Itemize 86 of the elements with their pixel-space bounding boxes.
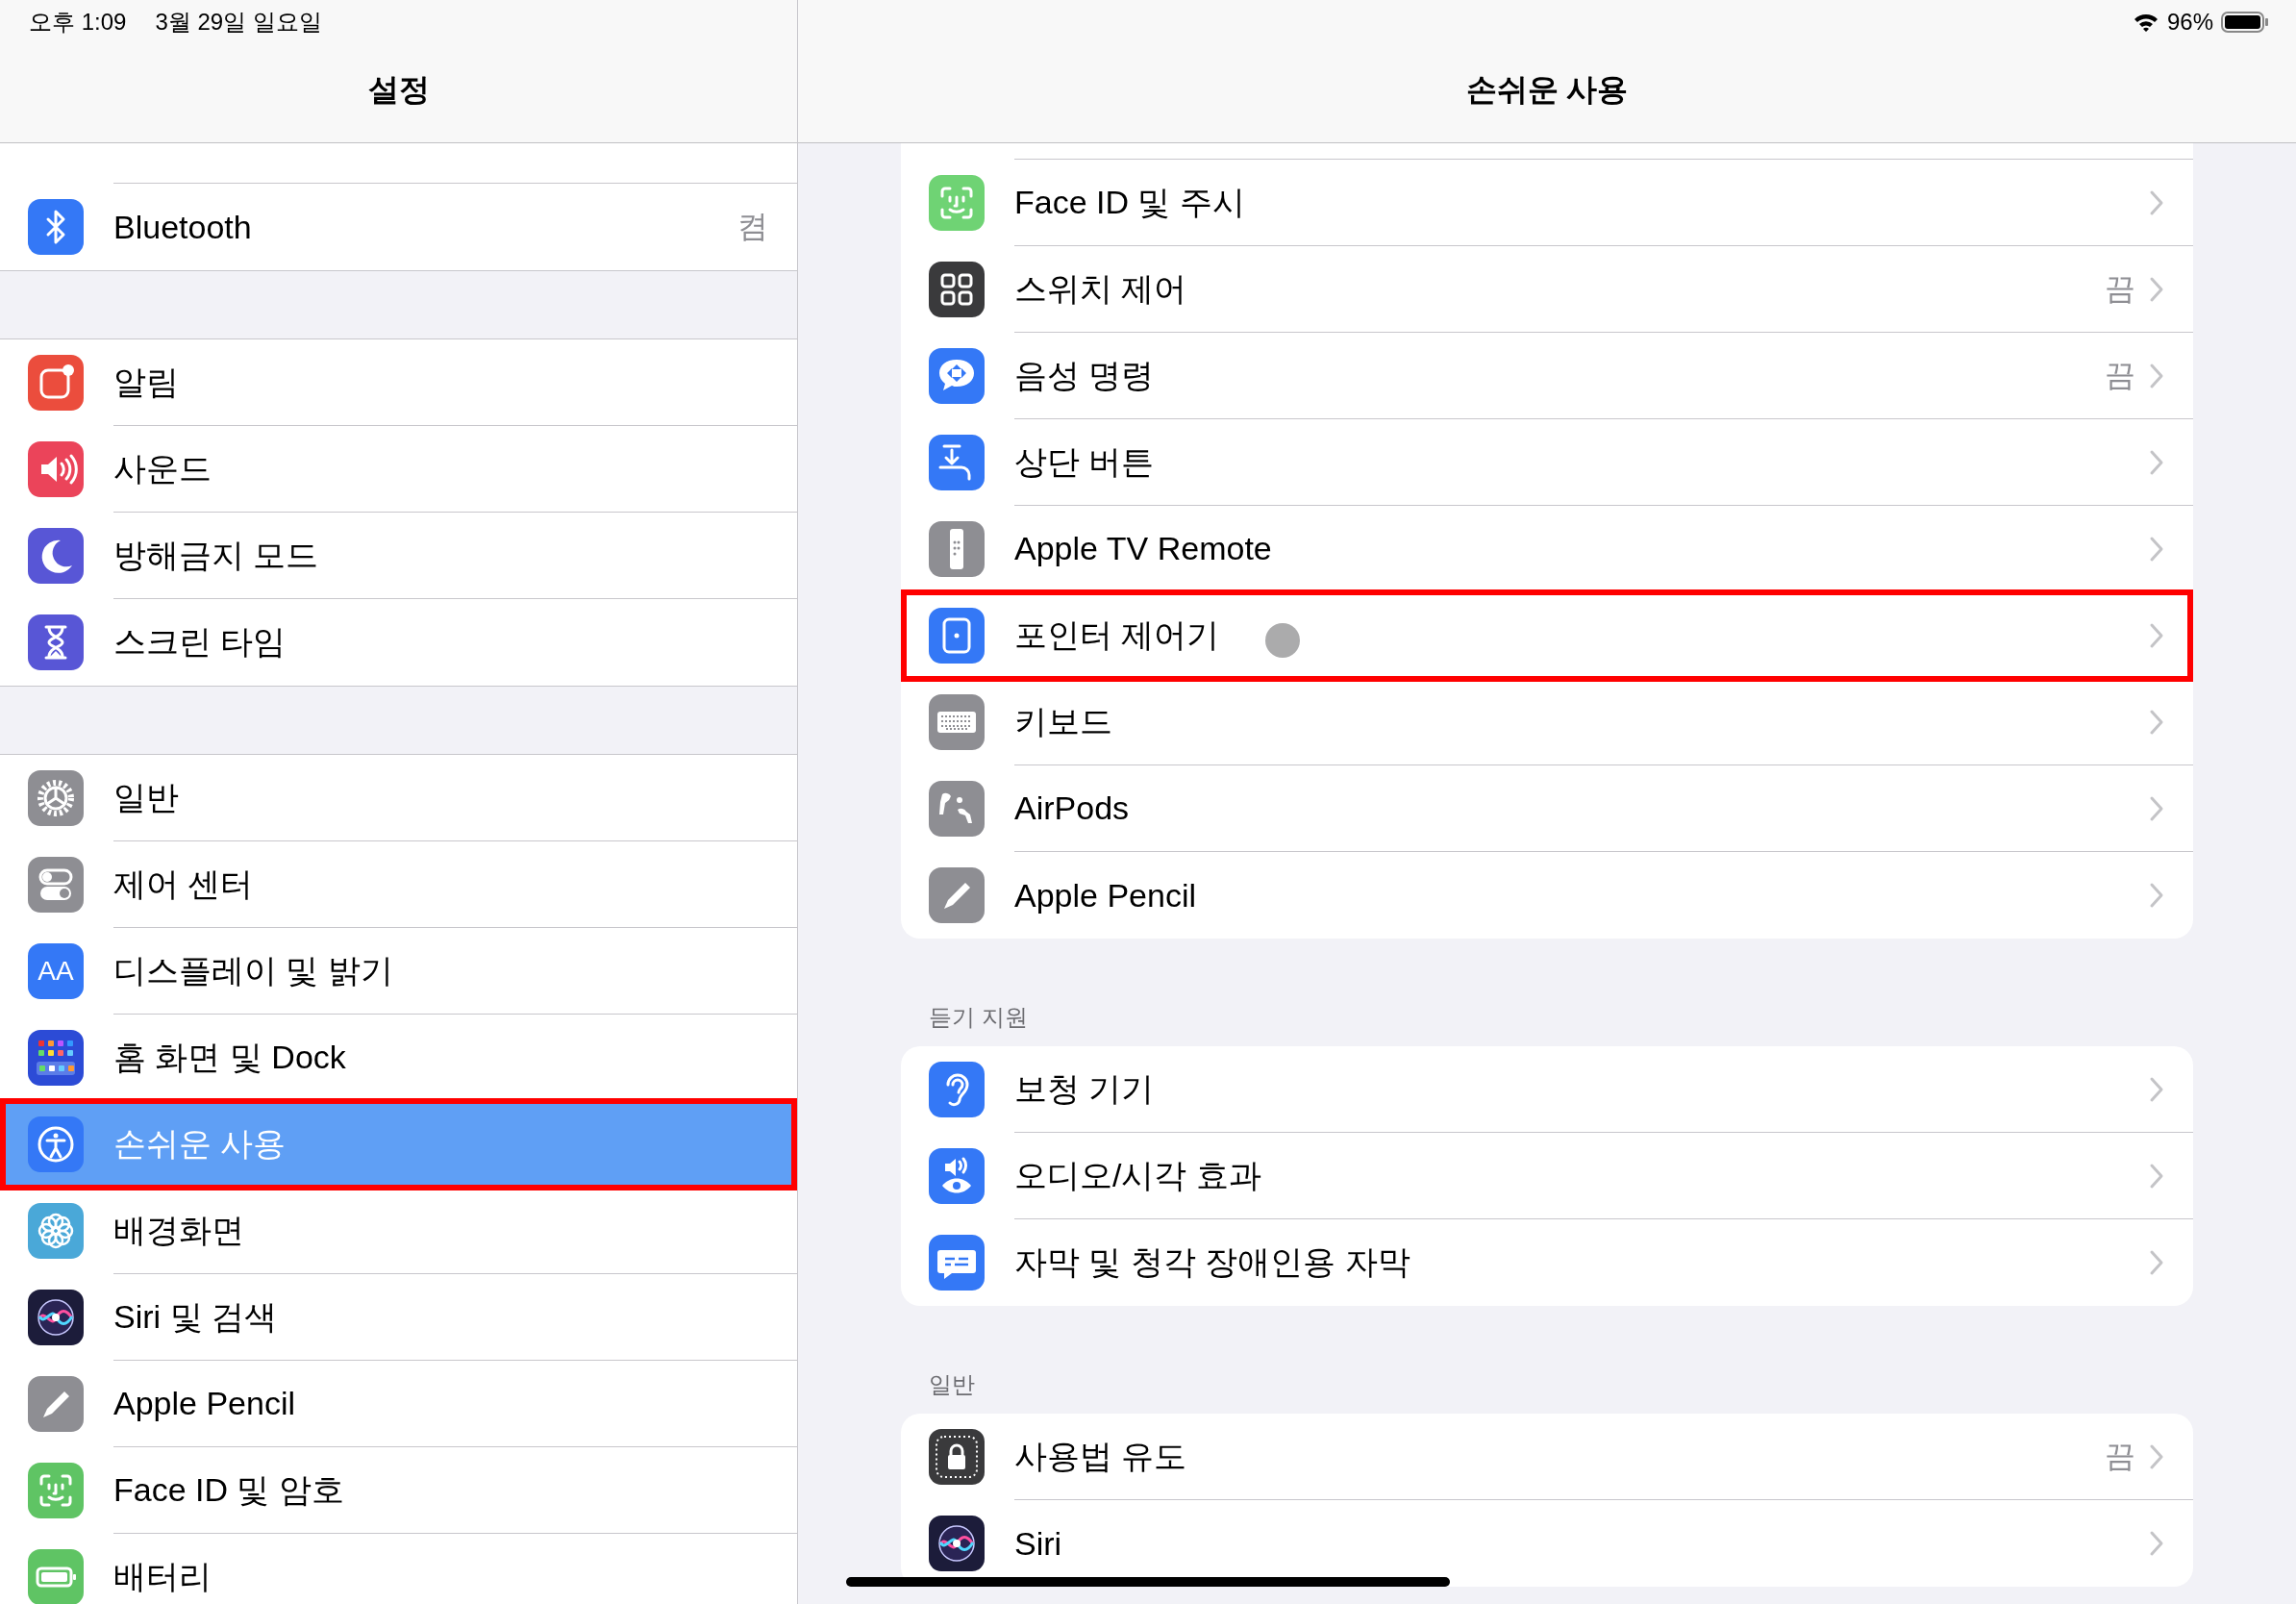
chevron-icon	[2149, 275, 2164, 303]
item-label: Siri 및 검색	[113, 1296, 277, 1337]
chevron-icon	[2149, 1249, 2164, 1276]
item-label: Face ID 및 암호	[113, 1469, 344, 1510]
item-label: 스크린 타임	[113, 622, 287, 662]
item-label: Apple Pencil	[1014, 876, 1196, 915]
settings-row[interactable]: 포인터 제어기	[901, 592, 2193, 679]
chevron-icon	[2149, 882, 2164, 909]
battery-level-icon	[2221, 11, 2269, 34]
battery-percent: 96%	[2166, 9, 2213, 36]
item-label: Siri	[1014, 1524, 1062, 1563]
section-header: 듣기 지원	[928, 1003, 1029, 1032]
sidebar-item[interactable]: Face ID 및 암호	[0, 1447, 797, 1534]
chevron-icon	[2149, 708, 2164, 736]
chevron-icon	[2149, 621, 2164, 649]
item-label: 알림	[113, 362, 179, 402]
chevron-icon	[2149, 794, 2164, 822]
settings-row[interactable]: 보청 기기	[901, 1046, 2193, 1133]
chevron-icon	[2149, 448, 2164, 476]
sidebar-item[interactable]: Apple Pencil	[0, 1361, 797, 1447]
settings-row[interactable]: 사용법 유도 끔	[901, 1414, 2193, 1500]
settings-row[interactable]: AirPods	[901, 765, 2193, 852]
sidebar-item[interactable]: 사운드	[0, 426, 797, 513]
sidebar-item[interactable]: 홈 화면 및 Dock	[0, 1015, 797, 1101]
sidebar-item[interactable]: 스크린 타임	[0, 599, 797, 686]
item-label: Apple TV Remote	[1014, 530, 1272, 567]
item-label: Face ID 및 주시	[1014, 182, 1245, 222]
item-label: 상단 버튼	[1014, 441, 1155, 482]
settings-row[interactable]: Apple Pencil	[901, 852, 2193, 939]
settings-row[interactable]: 음성 명령 끔	[901, 333, 2193, 419]
item-value: 끔	[2105, 269, 2135, 308]
item-label: 스위치 제어	[1014, 268, 1187, 309]
settings-row[interactable]: 상단 버튼	[901, 419, 2193, 506]
item-label: 사용법 유도	[1014, 1436, 1187, 1476]
chevron-icon	[2149, 535, 2164, 563]
page-title: 설정	[367, 71, 430, 109]
sidebar-item[interactable]: Siri 및 검색	[0, 1274, 797, 1361]
item-label: 키보드	[1014, 701, 1112, 741]
item-label: 자막 및 청각 장애인용 자막	[1014, 1242, 1410, 1282]
chevron-icon	[2149, 1442, 2164, 1470]
settings-row[interactable]: Apple TV Remote	[901, 506, 2193, 592]
item-value: 끔	[2105, 356, 2135, 394]
item-label: 보청 기기	[1014, 1068, 1155, 1109]
section-header: 일반	[928, 1370, 976, 1399]
home-indicator[interactable]	[846, 1577, 1450, 1587]
status-time: 오후 1:09	[29, 8, 127, 37]
sidebar-item[interactable]: 알림	[0, 339, 797, 426]
settings-row[interactable]: Face ID 및 주시	[901, 160, 2193, 246]
item-label: 배경화면	[113, 1210, 244, 1250]
settings-row[interactable]: 오디오/시각 효과	[901, 1133, 2193, 1219]
settings-row[interactable]: 자막 및 청각 장애인용 자막	[901, 1219, 2193, 1306]
item-label: 오디오/시각 효과	[1014, 1155, 1261, 1195]
item-value: 끔	[2105, 1437, 2135, 1475]
item-label: 방해금지 모드	[113, 535, 319, 575]
settings-row[interactable]: 키보드	[901, 679, 2193, 765]
item-label: Apple Pencil	[113, 1385, 295, 1422]
sidebar-item[interactable]: AA 디스플레이 및 밝기	[0, 928, 797, 1015]
sidebar-item[interactable]: 일반	[0, 755, 797, 841]
chevron-icon	[2149, 1162, 2164, 1190]
item-label: 포인터 제어기	[1014, 614, 1220, 655]
item-label: 음성 명령	[1014, 355, 1155, 395]
item-label: 홈 화면 및 Dock	[113, 1037, 346, 1077]
chevron-icon	[2149, 188, 2164, 216]
chevron-icon	[2149, 1075, 2164, 1103]
sidebar-item[interactable]: 배경화면	[0, 1188, 797, 1274]
status-date: 3월 29일 일요일	[155, 8, 322, 37]
item-label: 배터리	[113, 1557, 212, 1596]
chevron-icon	[2149, 1530, 2164, 1557]
item-value: 켬	[737, 208, 768, 245]
item-label: 사운드	[113, 448, 212, 489]
settings-row[interactable]: 스위치 제어 끔	[901, 246, 2193, 333]
pointer-cursor	[1265, 623, 1300, 658]
sidebar-item[interactable]: 방해금지 모드	[0, 513, 797, 599]
sidebar-item[interactable]: Bluetooth 켬	[0, 184, 797, 270]
item-label: 손쉬운 사용	[113, 1123, 287, 1164]
text-size-icon: AA	[28, 943, 84, 999]
chevron-icon	[2149, 362, 2164, 389]
sidebar-item[interactable]: 배터리	[0, 1534, 797, 1604]
item-label: 디스플레이 및 밝기	[113, 950, 393, 990]
sidebar-item[interactable]: 제어 센터	[0, 841, 797, 928]
item-label: Bluetooth	[113, 208, 252, 246]
item-label: 일반	[113, 777, 179, 817]
page-title: 손쉬운 사용	[1465, 71, 1629, 109]
item-label: AirPods	[1014, 789, 1130, 827]
item-label: 제어 센터	[113, 864, 254, 904]
settings-row[interactable]: Siri	[901, 1500, 2193, 1587]
